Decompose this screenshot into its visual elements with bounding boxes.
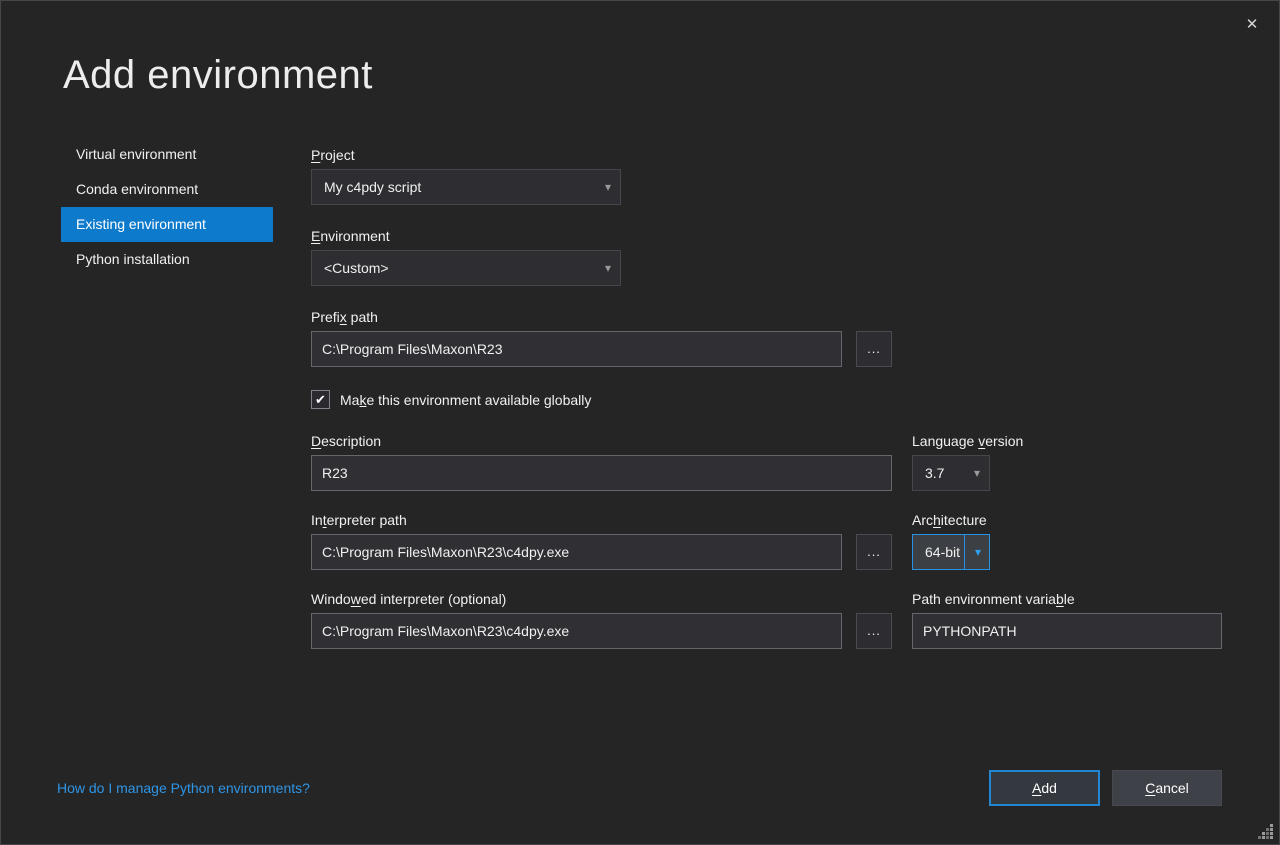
checkmark-icon: ✔ — [315, 392, 326, 407]
sidebar-item-virtual-environment[interactable]: Virtual environment — [61, 137, 273, 172]
chevron-down-icon: ▾ — [605, 170, 611, 204]
description-input[interactable] — [311, 455, 892, 491]
description-label: Description — [311, 433, 381, 449]
project-dropdown[interactable]: My c4pdy script ▾ — [311, 169, 621, 205]
prefix-path-browse-button[interactable]: ... — [856, 331, 892, 367]
path-env-variable-label: Path environment variable — [912, 591, 1075, 607]
sidebar-item-existing-environment[interactable]: Existing environment — [61, 207, 273, 242]
architecture-dropdown-value: 64-bit — [925, 544, 960, 560]
windowed-interpreter-input[interactable] — [311, 613, 842, 649]
close-icon[interactable]: ✕ — [1240, 13, 1264, 37]
chevron-down-icon: ▾ — [974, 456, 980, 490]
language-version-dropdown-value: 3.7 — [925, 465, 944, 481]
chevron-down-icon: ▾ — [975, 535, 981, 569]
environment-dropdown-value: <Custom> — [324, 260, 389, 276]
manage-environments-help-link[interactable]: How do I manage Python environments? — [57, 780, 310, 796]
project-label: Project — [311, 147, 355, 163]
add-environment-dialog: ✕ Add environment Virtual environment Co… — [0, 0, 1280, 845]
resize-grip[interactable] — [1258, 824, 1274, 840]
architecture-dropdown[interactable]: 64-bit ▾ — [912, 534, 990, 570]
interpreter-path-label: Interpreter path — [311, 512, 407, 528]
language-version-dropdown[interactable]: 3.7 ▾ — [912, 455, 990, 491]
prefix-path-input[interactable] — [311, 331, 842, 367]
prefix-path-label: Prefix path — [311, 309, 378, 325]
project-dropdown-value: My c4pdy script — [324, 179, 421, 195]
chevron-down-icon: ▾ — [605, 251, 611, 285]
interpreter-path-input[interactable] — [311, 534, 842, 570]
add-button[interactable]: Add — [989, 770, 1100, 806]
make-global-checkbox-label[interactable]: Make this environment available globally — [340, 392, 591, 408]
cancel-button[interactable]: Cancel — [1112, 770, 1222, 806]
make-global-checkbox[interactable]: ✔ — [311, 390, 330, 409]
environment-label: Environment — [311, 228, 390, 244]
language-version-label: Language version — [912, 433, 1023, 449]
environment-type-nav: Virtual environment Conda environment Ex… — [61, 137, 273, 277]
interpreter-path-browse-button[interactable]: ... — [856, 534, 892, 570]
environment-dropdown[interactable]: <Custom> ▾ — [311, 250, 621, 286]
sidebar-item-conda-environment[interactable]: Conda environment — [61, 172, 273, 207]
windowed-interpreter-browse-button[interactable]: ... — [856, 613, 892, 649]
architecture-label: Architecture — [912, 512, 987, 528]
path-env-variable-input[interactable] — [912, 613, 1222, 649]
sidebar-item-python-installation[interactable]: Python installation — [61, 242, 273, 277]
windowed-interpreter-label: Windowed interpreter (optional) — [311, 591, 506, 607]
page-title: Add environment — [63, 53, 373, 98]
